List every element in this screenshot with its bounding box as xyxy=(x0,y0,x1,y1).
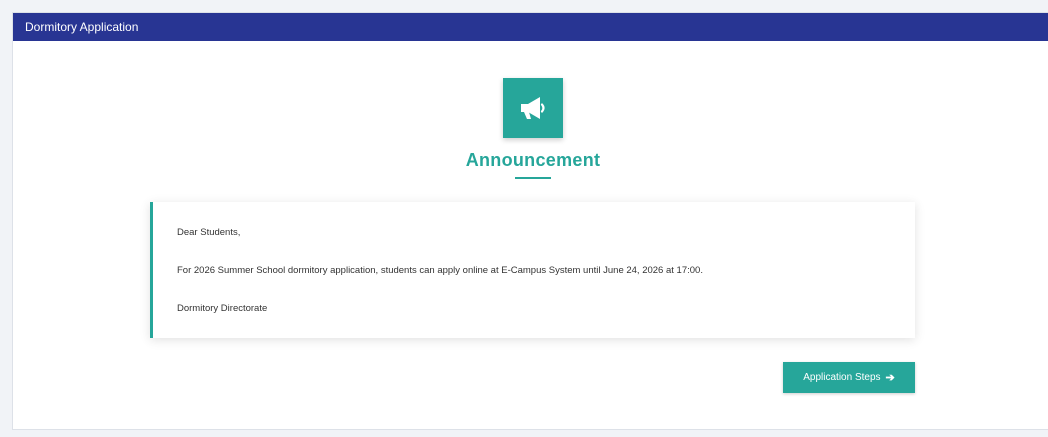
dormitory-application-panel: Dormitory Application Announcement Dear … xyxy=(12,12,1048,430)
announcement-signature: Dormitory Directorate xyxy=(177,303,268,314)
announcement-body: For 2026 Summer School dormitory applica… xyxy=(177,265,703,276)
arrow-right-icon: ➔ xyxy=(885,372,895,384)
application-steps-label: Application Steps xyxy=(803,372,881,383)
announcement-card: Dear Students, For 2026 Summer School do… xyxy=(150,202,915,338)
announcement-greeting: Dear Students, xyxy=(177,227,241,238)
megaphone-icon xyxy=(503,78,563,138)
panel-title: Dormitory Application xyxy=(25,20,139,34)
panel-header: Dormitory Application xyxy=(13,13,1048,41)
title-underline xyxy=(515,177,551,179)
application-steps-button[interactable]: Application Steps ➔ xyxy=(783,362,915,393)
announcement-title: Announcement xyxy=(465,150,601,170)
